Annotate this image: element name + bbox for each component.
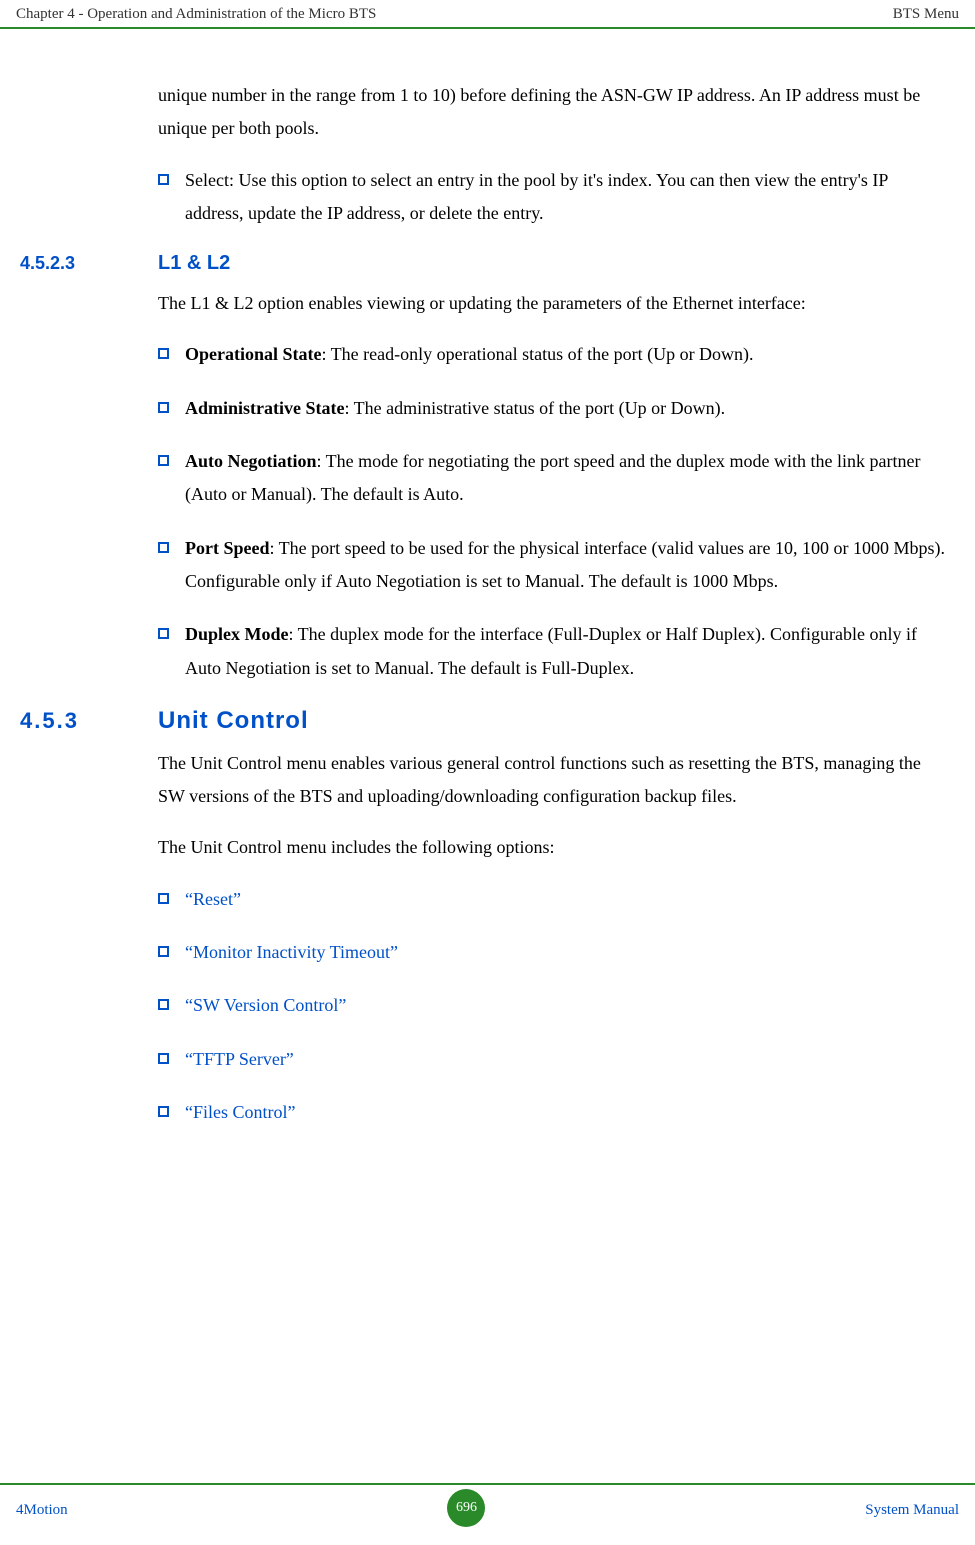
section-4523-para: The L1 & L2 option enables viewing or up… — [158, 287, 945, 320]
section-heading-453: 4.5.3 Unit Control — [20, 707, 955, 735]
list-item: “TFTP Server” — [158, 1043, 945, 1076]
heading-number: 4.5.2.3 — [20, 253, 158, 274]
heading-title: Unit Control — [158, 707, 309, 735]
list-item: “Reset” — [158, 883, 945, 916]
list-item: Administrative State: The administrative… — [158, 392, 945, 425]
link-sw-version-control[interactable]: “SW Version Control” — [185, 989, 945, 1022]
list-item: “SW Version Control” — [158, 989, 945, 1022]
section-4523-list: Operational State: The read-only operati… — [158, 338, 945, 684]
bullet-icon — [158, 455, 169, 466]
bullet-icon — [158, 348, 169, 359]
header-left: Chapter 4 - Operation and Administration… — [16, 6, 376, 23]
footer-left: 4Motion — [16, 1502, 68, 1519]
page-number-badge: 696 — [447, 1489, 485, 1527]
list-item: “Monitor Inactivity Timeout” — [158, 936, 945, 969]
page-footer: 4Motion 696 System Manual — [0, 1483, 975, 1529]
section-453-para2: The Unit Control menu includes the follo… — [158, 831, 945, 864]
heading-number: 4.5.3 — [20, 708, 158, 734]
intro-list: Select: Use this option to select an ent… — [158, 164, 945, 231]
list-text: Administrative State: The administrative… — [185, 392, 945, 425]
bullet-icon — [158, 999, 169, 1010]
list-item: Select: Use this option to select an ent… — [158, 164, 945, 231]
link-tftp-server[interactable]: “TFTP Server” — [185, 1043, 945, 1076]
link-files-control[interactable]: “Files Control” — [185, 1096, 945, 1129]
list-item: Duplex Mode: The duplex mode for the int… — [158, 618, 945, 685]
bullet-icon — [158, 1053, 169, 1064]
list-text: Select: Use this option to select an ent… — [185, 164, 945, 231]
header-right: BTS Menu — [893, 6, 959, 23]
bullet-icon — [158, 893, 169, 904]
link-monitor-inactivity-timeout[interactable]: “Monitor Inactivity Timeout” — [185, 936, 945, 969]
bullet-icon — [158, 542, 169, 553]
continuation-paragraph: unique number in the range from 1 to 10)… — [158, 79, 945, 146]
heading-title: L1 & L2 — [158, 252, 230, 275]
list-text: Port Speed: The port speed to be used fo… — [185, 532, 945, 599]
bullet-icon — [158, 174, 169, 185]
list-item: Operational State: The read-only operati… — [158, 338, 945, 371]
bullet-icon — [158, 1106, 169, 1117]
page-content: unique number in the range from 1 to 10)… — [0, 29, 975, 1129]
list-text: Auto Negotiation: The mode for negotiati… — [185, 445, 945, 512]
list-text: Duplex Mode: The duplex mode for the int… — [185, 618, 945, 685]
list-text: Operational State: The read-only operati… — [185, 338, 945, 371]
bullet-icon — [158, 628, 169, 639]
footer-right: System Manual — [865, 1502, 959, 1519]
list-item: Port Speed: The port speed to be used fo… — [158, 532, 945, 599]
list-item: Auto Negotiation: The mode for negotiati… — [158, 445, 945, 512]
section-heading-4523: 4.5.2.3 L1 & L2 — [20, 252, 955, 275]
link-reset[interactable]: “Reset” — [185, 883, 945, 916]
section-453-link-list: “Reset” “Monitor Inactivity Timeout” “SW… — [158, 883, 945, 1129]
bullet-icon — [158, 946, 169, 957]
page-header: Chapter 4 - Operation and Administration… — [0, 0, 975, 29]
section-453-para1: The Unit Control menu enables various ge… — [158, 747, 945, 814]
list-item: “Files Control” — [158, 1096, 945, 1129]
bullet-icon — [158, 402, 169, 413]
